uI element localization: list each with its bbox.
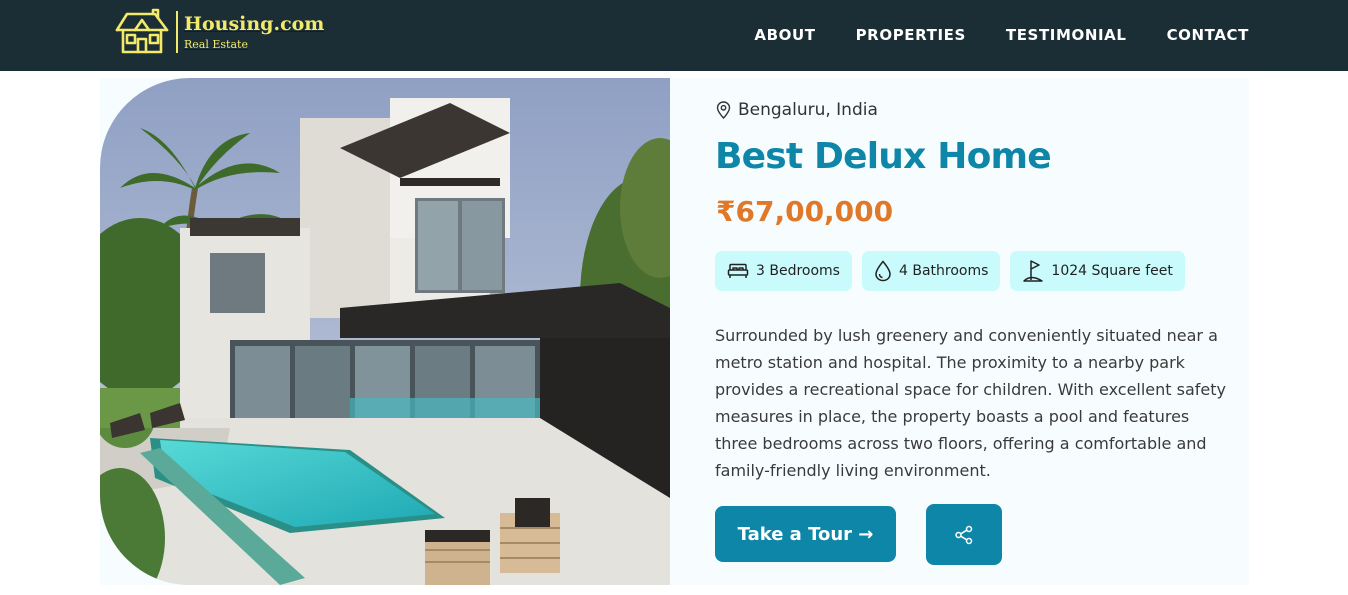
share-button[interactable] xyxy=(926,504,1002,565)
property-photo xyxy=(100,78,670,585)
feature-bedrooms: 3 Bedrooms xyxy=(715,251,852,291)
navbar: Housing.com Real Estate ABOUT PROPERTIES… xyxy=(0,0,1348,71)
take-tour-button[interactable]: Take a Tour → xyxy=(715,506,896,562)
property-location: Bengaluru, India xyxy=(716,98,878,122)
brand-text: Housing.com Real Estate xyxy=(184,12,324,52)
feature-bedrooms-label: 3 Bedrooms xyxy=(756,263,840,279)
brand-tagline: Real Estate xyxy=(184,38,248,51)
main-nav: ABOUT PROPERTIES TESTIMONIAL CONTACT xyxy=(754,24,1249,46)
share-icon xyxy=(955,525,973,544)
house-icon xyxy=(115,8,169,54)
brand-name: Housing.com xyxy=(184,13,325,35)
feature-area: 1024 Square feet xyxy=(1010,251,1185,291)
villa-illustration xyxy=(100,78,670,585)
location-text: Bengaluru, India xyxy=(738,100,878,120)
flag-icon xyxy=(1023,260,1044,282)
nav-contact[interactable]: CONTACT xyxy=(1167,24,1249,46)
nav-about[interactable]: ABOUT xyxy=(754,24,815,46)
brand-logo[interactable]: Housing.com Real Estate xyxy=(113,7,324,57)
property-price: ₹67,00,000 xyxy=(716,195,894,228)
water-drop-icon xyxy=(875,260,891,282)
property-description: Surrounded by lush greenery and convenie… xyxy=(715,326,1226,480)
logo-divider xyxy=(176,11,178,53)
bed-icon xyxy=(727,263,749,278)
property-title: Best Delux Home xyxy=(715,136,1052,177)
feature-bathrooms: 4 Bathrooms xyxy=(861,251,1001,291)
nav-testimonial[interactable]: TESTIMONIAL xyxy=(1006,24,1127,46)
feature-badges: 3 Bedrooms 4 Bathrooms 1024 Square feet xyxy=(715,251,1185,291)
feature-bathrooms-label: 4 Bathrooms xyxy=(898,263,989,279)
feature-area-label: 1024 Square feet xyxy=(1051,263,1173,279)
map-pin-icon xyxy=(716,101,731,119)
nav-properties[interactable]: PROPERTIES xyxy=(856,24,966,46)
